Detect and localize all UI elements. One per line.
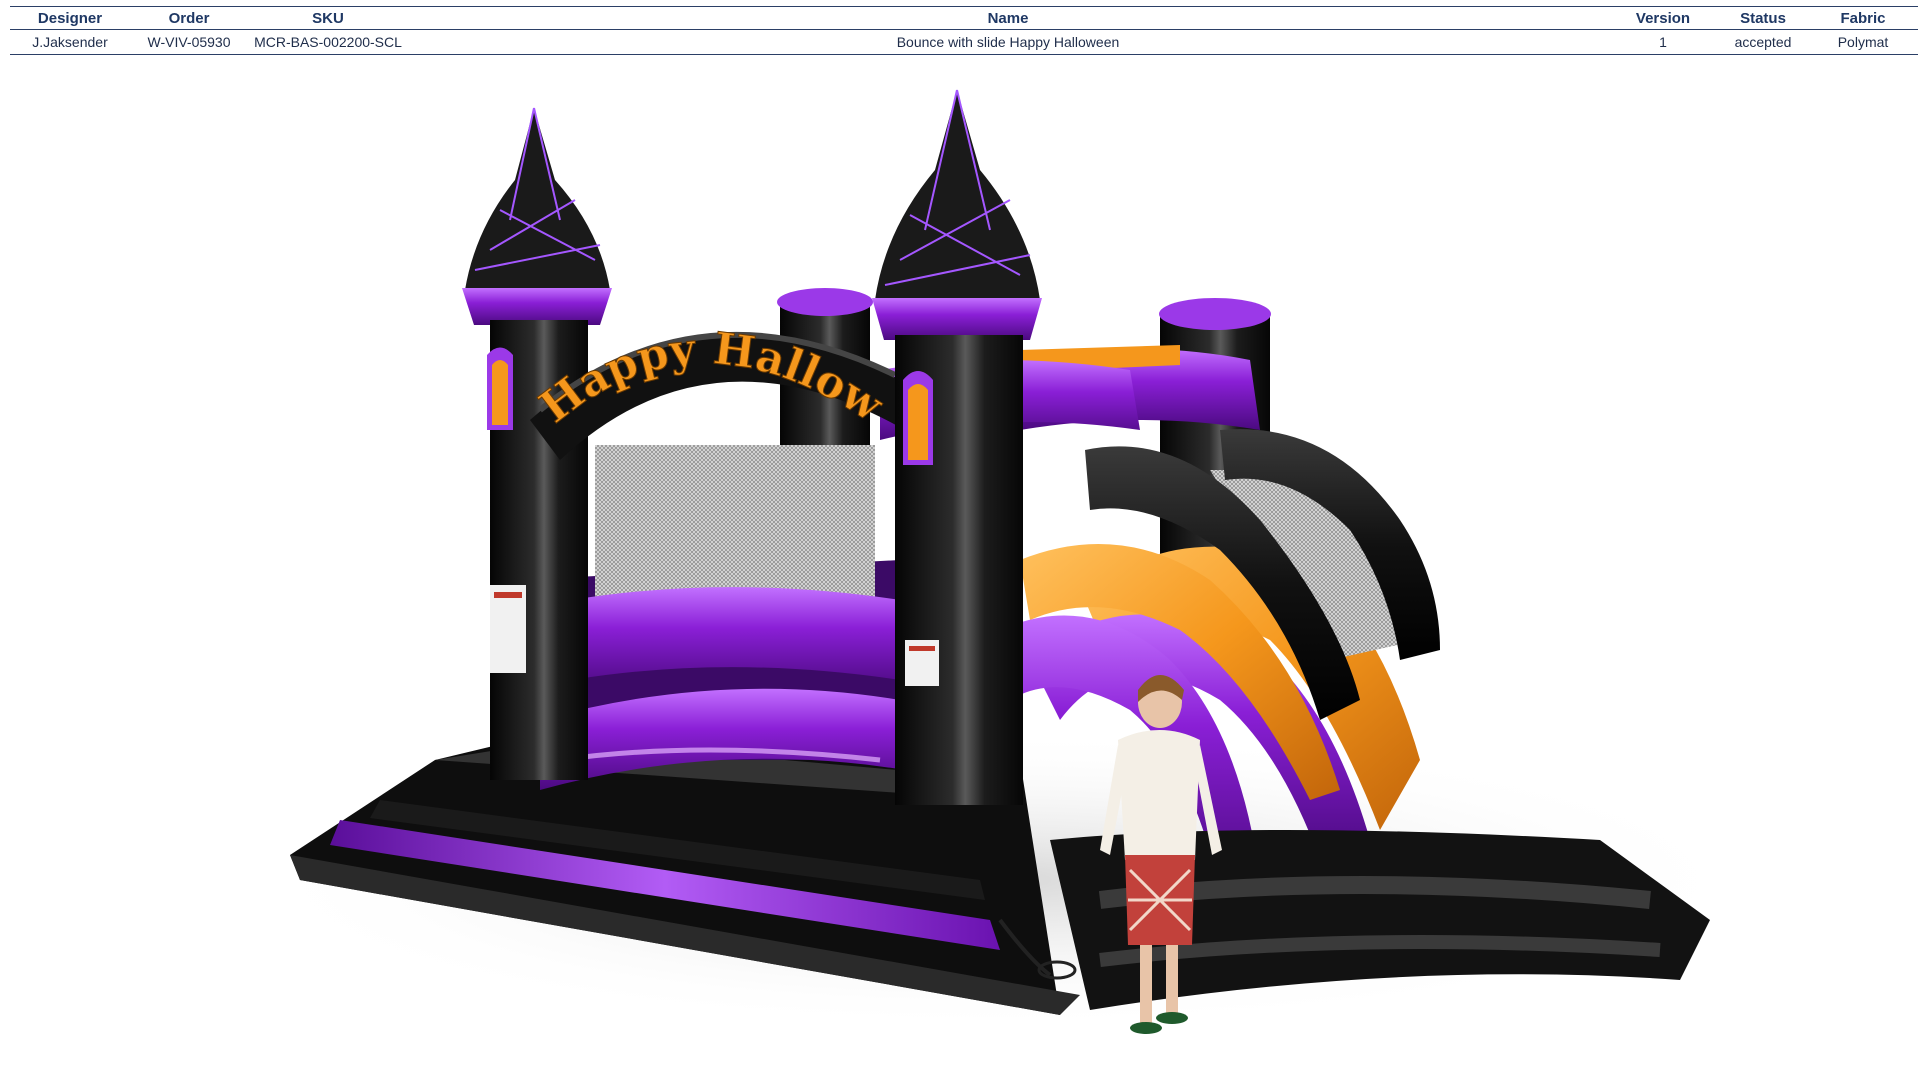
header-sku: SKU [248, 6, 408, 30]
arch-text: Happy Halloween [0, 60, 892, 433]
right-tower [872, 89, 1042, 805]
product-render: Happy Halloween [0, 60, 1920, 1080]
warning-label [490, 585, 526, 673]
header-designer: Designer [10, 6, 130, 30]
header-fabric: Fabric [1808, 6, 1918, 30]
slide [1000, 429, 1710, 1010]
cell-designer: J.Jaksender [10, 29, 130, 55]
header-order: Order [130, 6, 248, 30]
table-row: J.Jaksender W-VIV-05930 MCR-BAS-002200-S… [10, 29, 1918, 55]
cell-version: 1 [1608, 29, 1718, 55]
header-name: Name [408, 6, 1608, 30]
cell-status: accepted [1718, 29, 1808, 55]
bouncy-castle-illustration: Happy Halloween [0, 60, 1760, 1034]
table-header-row: Designer Order SKU Name Version Status F… [10, 6, 1918, 30]
cell-sku: MCR-BAS-002200-SCL [248, 29, 408, 55]
entrance-arch: Happy Halloween [0, 60, 905, 460]
cell-fabric: Polymat [1808, 29, 1918, 55]
spec-table: Designer Order SKU Name Version Status F… [10, 6, 1918, 55]
cell-name: Bounce with slide Happy Halloween [408, 29, 1608, 55]
header-status: Status [1718, 6, 1808, 30]
header-version: Version [1608, 6, 1718, 30]
cell-order: W-VIV-05930 [130, 29, 248, 55]
